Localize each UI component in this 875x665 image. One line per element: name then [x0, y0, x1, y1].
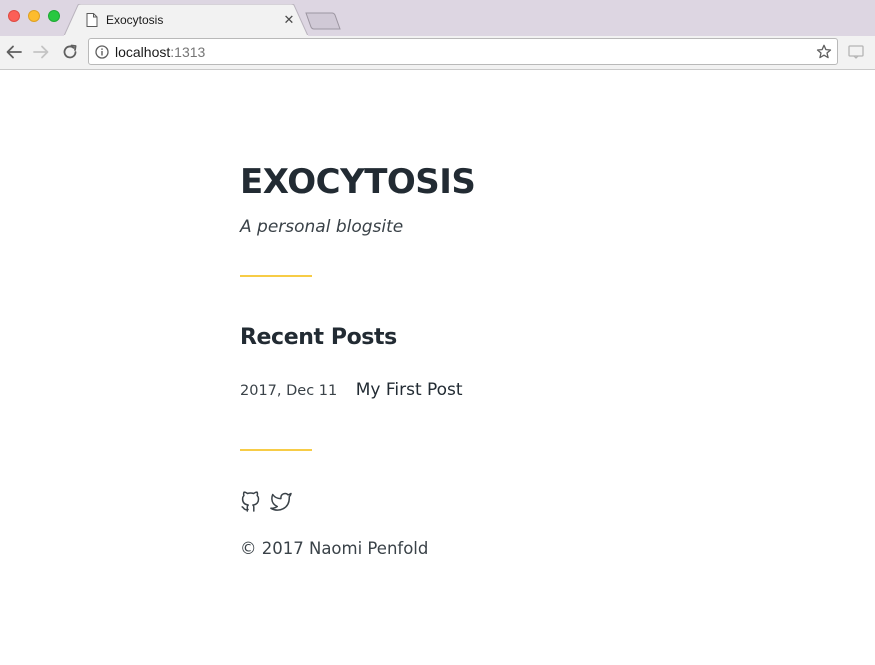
url-text[interactable]: localhost:1313 [115, 43, 205, 61]
arrow-left-icon[interactable] [5, 43, 23, 61]
url-host: localhost [115, 44, 171, 60]
github-link[interactable] [240, 490, 262, 512]
post-link[interactable]: My First Post [356, 379, 463, 401]
url-port: :1313 [170, 44, 206, 60]
section-divider [240, 449, 312, 451]
tab-title: Exocytosis [106, 13, 164, 27]
info-circle-icon[interactable] [95, 45, 109, 59]
window-minimize-button[interactable] [28, 10, 40, 22]
tab-background [64, 4, 308, 36]
tab-close-icon[interactable]: ✕ [282, 13, 296, 27]
page-viewport: EXOCYTOSIS A personal blogsite Recent Po… [0, 70, 875, 665]
arrow-right-icon[interactable] [32, 43, 50, 61]
star-icon[interactable] [816, 44, 832, 60]
cast-icon[interactable] [848, 45, 864, 59]
post-date: 2017, Dec 11 [240, 383, 338, 399]
document-icon [86, 13, 98, 27]
github-icon [241, 491, 260, 512]
post-list-item: 2017, Dec 11 My First Post [240, 379, 463, 402]
site-tagline: A personal blogsite [240, 217, 404, 237]
twitter-icon [270, 492, 292, 511]
copyright-text: © 2017 Naomi Penfold [240, 539, 429, 558]
window-close-button[interactable] [8, 10, 20, 22]
address-bar[interactable]: localhost:1313 [88, 38, 838, 65]
window-zoom-button[interactable] [48, 10, 60, 22]
new-tab-button[interactable] [304, 12, 342, 30]
recent-posts-heading: Recent Posts [240, 325, 397, 350]
section-divider [240, 275, 312, 277]
reload-icon[interactable] [61, 43, 79, 61]
browser-toolbar: localhost:1313 [0, 36, 875, 70]
tab-exocytosis[interactable]: Exocytosis ✕ [64, 4, 308, 36]
site-title[interactable]: EXOCYTOSIS [240, 162, 476, 202]
browser-window: Exocytosis ✕ localhost:1313 EXOCYTOSIS A… [0, 0, 875, 665]
tab-strip: Exocytosis ✕ [0, 0, 875, 36]
twitter-link[interactable] [270, 490, 292, 512]
